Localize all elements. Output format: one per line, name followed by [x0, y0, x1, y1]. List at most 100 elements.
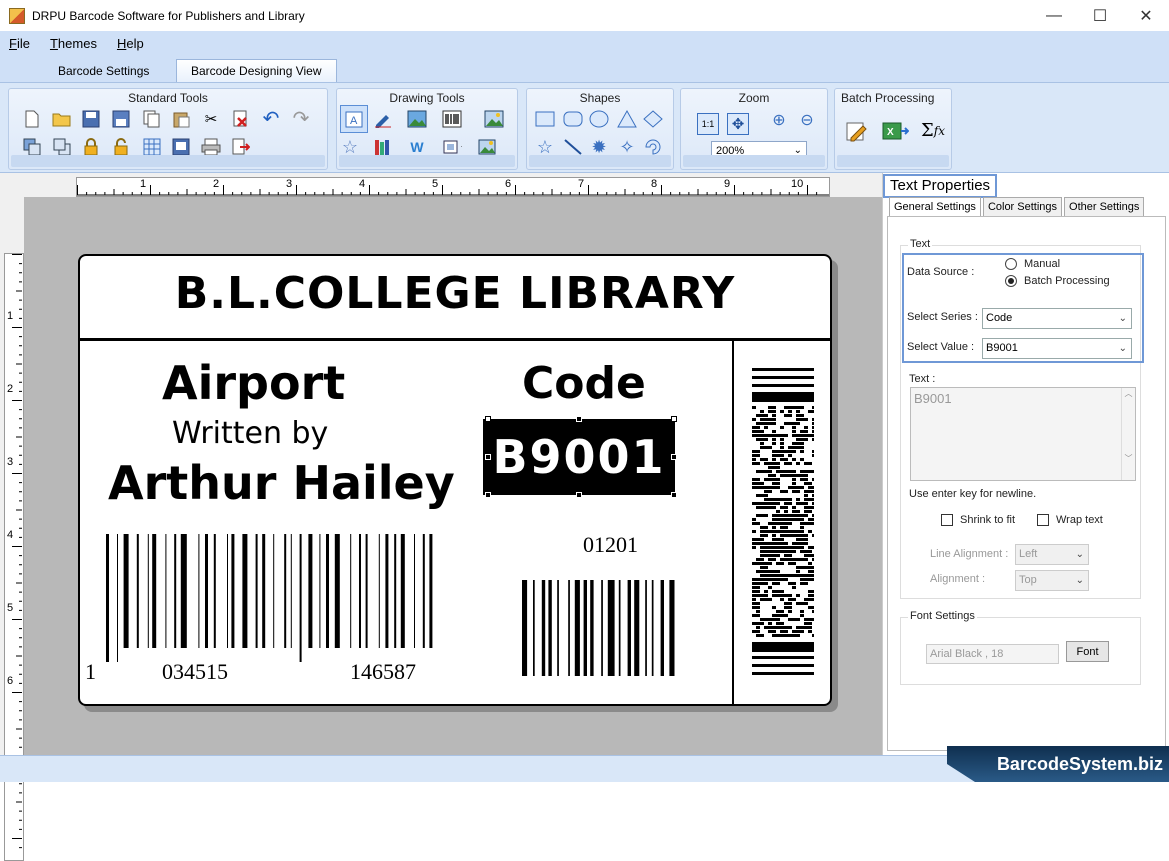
barcode-label[interactable]: B.L.COLLEGE LIBRARY Airport Written by A… — [78, 254, 832, 706]
unlock-icon[interactable] — [111, 137, 131, 157]
pdf417-module — [776, 570, 780, 573]
star-shape-icon[interactable]: ☆ — [535, 137, 555, 157]
menu-help[interactable]: Help — [117, 36, 144, 51]
menu-themes[interactable]: Themes — [50, 36, 97, 51]
pdf417-module — [812, 590, 814, 593]
image-dropdown-icon[interactable] — [477, 137, 497, 157]
tab-color-settings[interactable]: Color Settings — [982, 197, 1063, 216]
delete-icon[interactable] — [231, 109, 251, 129]
arc-shape-icon[interactable] — [643, 137, 663, 157]
undo-icon[interactable]: ↶ — [261, 109, 281, 129]
code-heading-text[interactable]: Code — [522, 358, 646, 409]
select-series-dropdown[interactable]: Code ⌄ — [982, 308, 1132, 329]
shrink-to-fit-label[interactable]: Shrink to fit — [960, 514, 1015, 526]
pdf417-module — [776, 450, 784, 453]
picture-tool-icon[interactable] — [407, 109, 427, 129]
pdf417-module — [808, 434, 814, 437]
line-shape-icon[interactable] — [563, 137, 583, 157]
font-button[interactable]: Font — [1066, 641, 1109, 662]
text-tool-icon[interactable]: A — [340, 105, 368, 133]
print-icon[interactable] — [201, 137, 221, 157]
four-point-star-icon[interactable]: ✧ — [617, 137, 637, 157]
pdf417-module — [760, 618, 764, 621]
drawing-tools-group: Drawing Tools A ☆ W — [336, 88, 518, 170]
select-value-dropdown[interactable]: B9001 ⌄ — [982, 338, 1132, 359]
code-value-text[interactable]: B9001 — [483, 419, 675, 495]
lock-icon[interactable] — [81, 137, 101, 157]
radio-batch-processing-label[interactable]: Batch Processing — [1024, 275, 1110, 287]
export-icon[interactable] — [231, 137, 251, 157]
close-button[interactable]: ✕ — [1123, 0, 1169, 31]
pdf417-module — [788, 546, 796, 549]
line-alignment-dropdown[interactable]: Left ⌄ — [1015, 544, 1089, 565]
pdf417-module — [760, 430, 764, 433]
design-canvas[interactable]: B.L.COLLEGE LIBRARY Airport Written by A… — [24, 197, 882, 755]
ellipse-shape-icon[interactable] — [589, 109, 609, 129]
code-barcode[interactable] — [522, 580, 712, 676]
tab-barcode-settings[interactable]: Barcode Settings — [44, 59, 163, 82]
wrap-text-label[interactable]: Wrap text — [1056, 514, 1103, 526]
selection-handle[interactable] — [671, 492, 677, 498]
copy-icon[interactable] — [142, 109, 162, 129]
triangle-shape-icon[interactable] — [617, 109, 637, 129]
batch-edit-icon[interactable] — [845, 119, 869, 143]
text-input-scrollbar[interactable]: ︿ ﹀ — [1121, 388, 1135, 480]
pdf417-barcode[interactable] — [752, 368, 814, 676]
shrink-to-fit-checkbox[interactable] — [941, 514, 953, 526]
selection-handle[interactable] — [576, 416, 582, 422]
redo-icon[interactable]: ↷ — [291, 109, 311, 129]
pen-tool-icon[interactable] — [373, 109, 393, 129]
send-back-icon[interactable] — [22, 137, 42, 157]
formula-icon[interactable]: Σfx — [919, 119, 947, 143]
selection-handle[interactable] — [576, 492, 582, 498]
alignment-dropdown[interactable]: Top ⌄ — [1015, 570, 1089, 591]
selection-handle[interactable] — [671, 416, 677, 422]
rounded-rect-shape-icon[interactable] — [563, 109, 583, 129]
minimize-button[interactable]: — — [1031, 0, 1077, 31]
save-as-icon[interactable] — [111, 109, 131, 129]
save-icon[interactable] — [81, 109, 101, 129]
library-tool-icon[interactable] — [373, 137, 393, 157]
burst-shape-icon[interactable]: ✹ — [589, 137, 609, 157]
selection-handle[interactable] — [485, 454, 491, 460]
written-by-text[interactable]: Written by — [172, 416, 328, 451]
bring-front-icon[interactable] — [52, 137, 72, 157]
tab-barcode-designing-view[interactable]: Barcode Designing View — [176, 59, 337, 82]
selection-handle[interactable] — [485, 492, 491, 498]
paste-icon[interactable] — [171, 109, 191, 129]
rectangle-shape-icon[interactable] — [535, 109, 555, 129]
excel-import-icon[interactable]: X — [881, 119, 909, 143]
radio-manual[interactable] — [1005, 258, 1017, 270]
grid-icon[interactable] — [142, 137, 162, 157]
print-preview-icon[interactable] — [171, 137, 191, 157]
tab-other-settings[interactable]: Other Settings — [1064, 197, 1145, 216]
menu-file[interactable]: File — [9, 36, 30, 51]
diamond-shape-icon[interactable] — [643, 109, 663, 129]
zoom-out-icon[interactable]: ⊖ — [797, 111, 817, 131]
selection-handle[interactable] — [485, 416, 491, 422]
text-input[interactable]: B9001 ︿ ﹀ — [910, 387, 1136, 481]
radio-manual-label[interactable]: Manual — [1024, 258, 1060, 270]
star-shape-tool-icon[interactable]: ☆ — [340, 137, 360, 157]
wordart-tool-icon[interactable]: W — [407, 137, 427, 157]
fit-to-window-icon[interactable]: ✥ — [727, 113, 749, 135]
zoom-in-icon[interactable]: ⊕ — [769, 111, 789, 131]
image-tool-icon[interactable] — [484, 109, 504, 129]
tab-general-settings[interactable]: General Settings — [889, 197, 981, 216]
pdf417-module — [808, 550, 812, 553]
selection-handle[interactable] — [671, 454, 677, 460]
isbn-barcode[interactable] — [106, 534, 491, 664]
pdf417-module — [796, 594, 800, 597]
open-icon[interactable] — [52, 109, 72, 129]
align-tool-icon[interactable] — [442, 137, 462, 157]
cut-icon[interactable]: ✂ — [201, 109, 221, 129]
barcode-tool-icon[interactable] — [442, 109, 462, 129]
maximize-button[interactable]: ☐ — [1077, 0, 1123, 31]
label-title[interactable]: B.L.COLLEGE LIBRARY — [80, 268, 830, 319]
actual-size-icon[interactable]: 1:1 — [697, 113, 719, 135]
author-text[interactable]: Arthur Hailey — [108, 456, 455, 510]
radio-batch-processing[interactable] — [1005, 275, 1017, 287]
book-title-text[interactable]: Airport — [162, 356, 345, 410]
new-icon[interactable] — [22, 109, 42, 129]
wrap-text-checkbox[interactable] — [1037, 514, 1049, 526]
